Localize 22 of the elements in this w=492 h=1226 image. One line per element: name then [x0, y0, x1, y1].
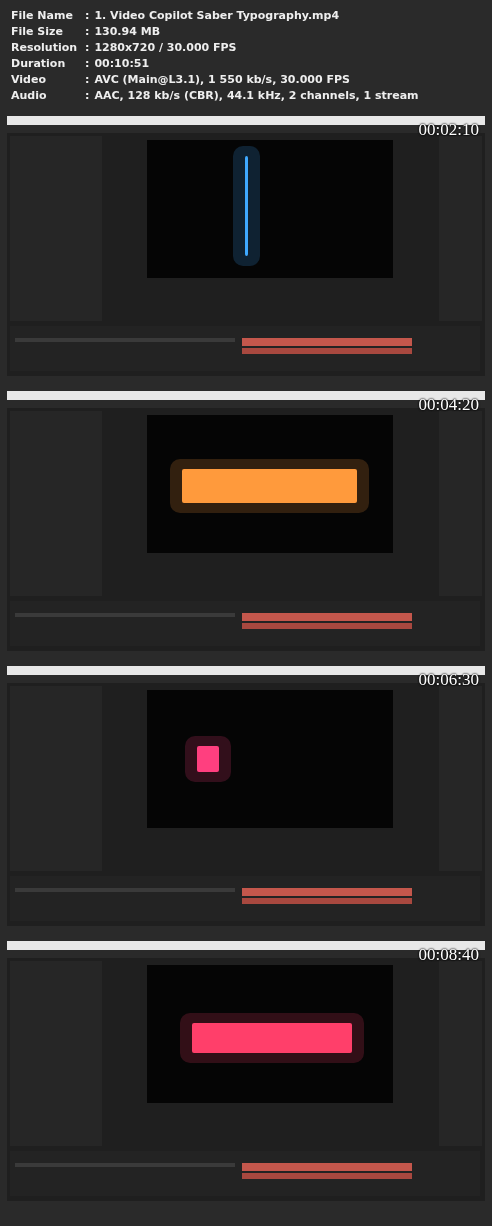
- info-label: Duration: [11, 56, 67, 72]
- info-value: 130.94 MB: [94, 24, 160, 40]
- separator: :: [85, 88, 90, 104]
- info-value: 1280x720 / 30.000 FPS: [94, 40, 237, 56]
- timestamp: 00:08:40: [418, 945, 479, 965]
- info-value: AAC, 128 kb/s (CBR), 44.1 kHz, 2 channels, 1 stream: [94, 88, 419, 104]
- separator: :: [85, 72, 90, 88]
- info-value: AVC (Main@L3.1), 1 550 kb/s, 30.000 FPS: [94, 72, 350, 88]
- info-label: Video: [11, 72, 47, 88]
- timestamp: 00:06:30: [418, 670, 479, 690]
- timestamp: 00:04:20: [418, 395, 479, 415]
- separator: :: [85, 8, 90, 24]
- separator: :: [85, 40, 90, 56]
- info-label: Audio: [11, 88, 48, 104]
- info-value: 1. Video Copilot Saber Typography.mp4: [94, 8, 340, 24]
- separator: :: [85, 56, 90, 72]
- separator: :: [85, 24, 90, 40]
- timestamp: 00:02:10: [418, 120, 479, 140]
- info-label: Resolution: [11, 40, 79, 56]
- info-label: File Size: [11, 24, 64, 40]
- info-label: File Name: [11, 8, 74, 24]
- info-value: 00:10:51: [94, 56, 150, 72]
